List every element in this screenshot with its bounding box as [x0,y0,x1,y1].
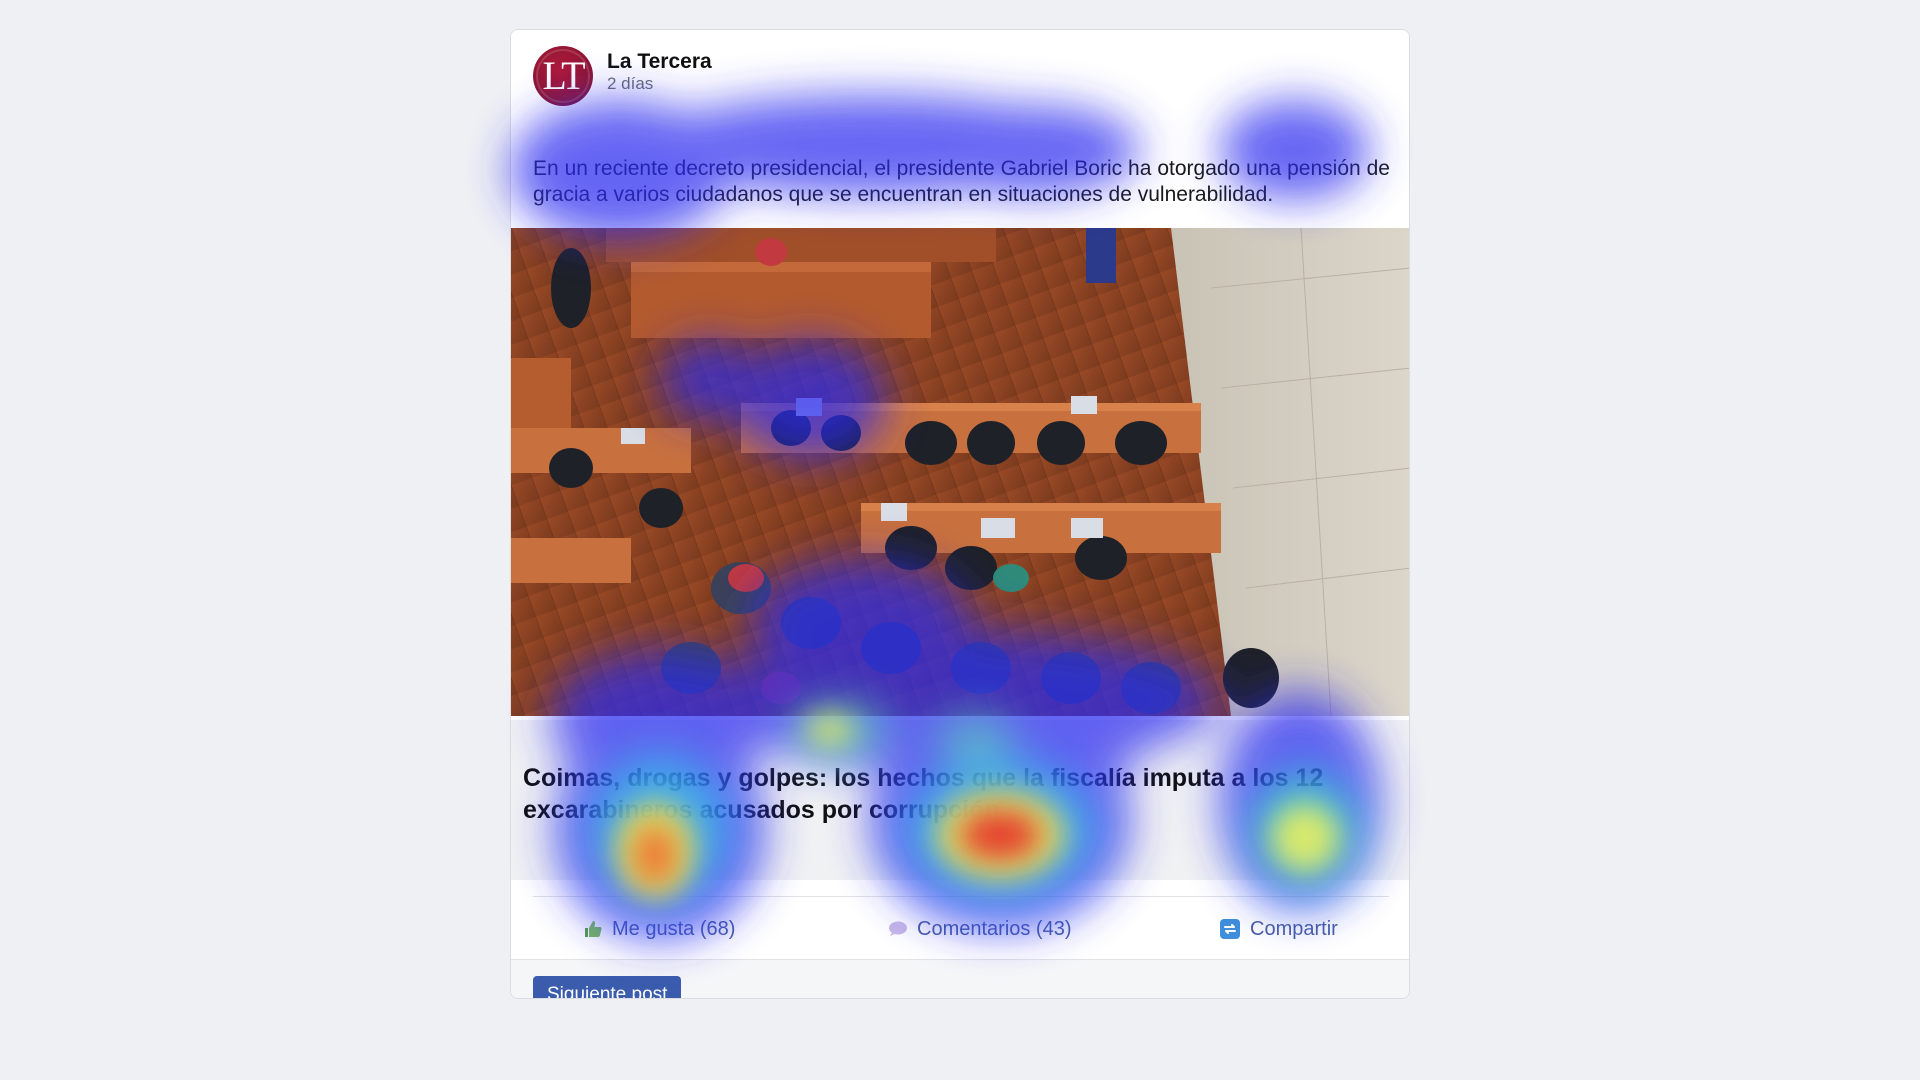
post-actions: Me gusta (68) Comentarios (43) Compartir [511,900,1409,958]
courtroom-photo [511,228,1409,716]
post-card: LT La Tercera 2 días En un reciente decr… [510,29,1410,999]
next-post-button[interactable]: Siguiente post [533,976,682,998]
actions-divider [533,896,1389,897]
avatar-ring [536,49,590,103]
share-button[interactable]: Compartir [1219,918,1338,941]
header-text: La Tercera 2 días [607,46,712,94]
speech-bubble-icon [886,919,908,939]
post-footer: Siguiente post [511,959,1409,998]
post-time[interactable]: 2 días [607,74,712,94]
post-header: LT La Tercera 2 días [533,46,712,108]
post-text: En un reciente decreto presidencial, el … [533,157,1390,206]
thumbs-up-icon [583,919,603,939]
like-button[interactable]: Me gusta (68) [583,918,735,941]
like-label: Me gusta (68) [612,917,736,940]
post-image[interactable] [511,228,1409,716]
page-name[interactable]: La Tercera [607,50,712,74]
comment-label: Comentarios (43) [917,917,1072,940]
share-icon [1219,918,1241,940]
share-label: Compartir [1250,917,1338,940]
comment-button[interactable]: Comentarios (43) [886,918,1072,941]
avatar[interactable]: LT [533,46,593,106]
page: LT La Tercera 2 días En un reciente decr… [0,0,1920,1080]
link-preview[interactable]: Coimas, drogas y golpes: los hechos que … [511,720,1409,880]
link-title[interactable]: Coimas, drogas y golpes: los hechos que … [523,762,1399,826]
